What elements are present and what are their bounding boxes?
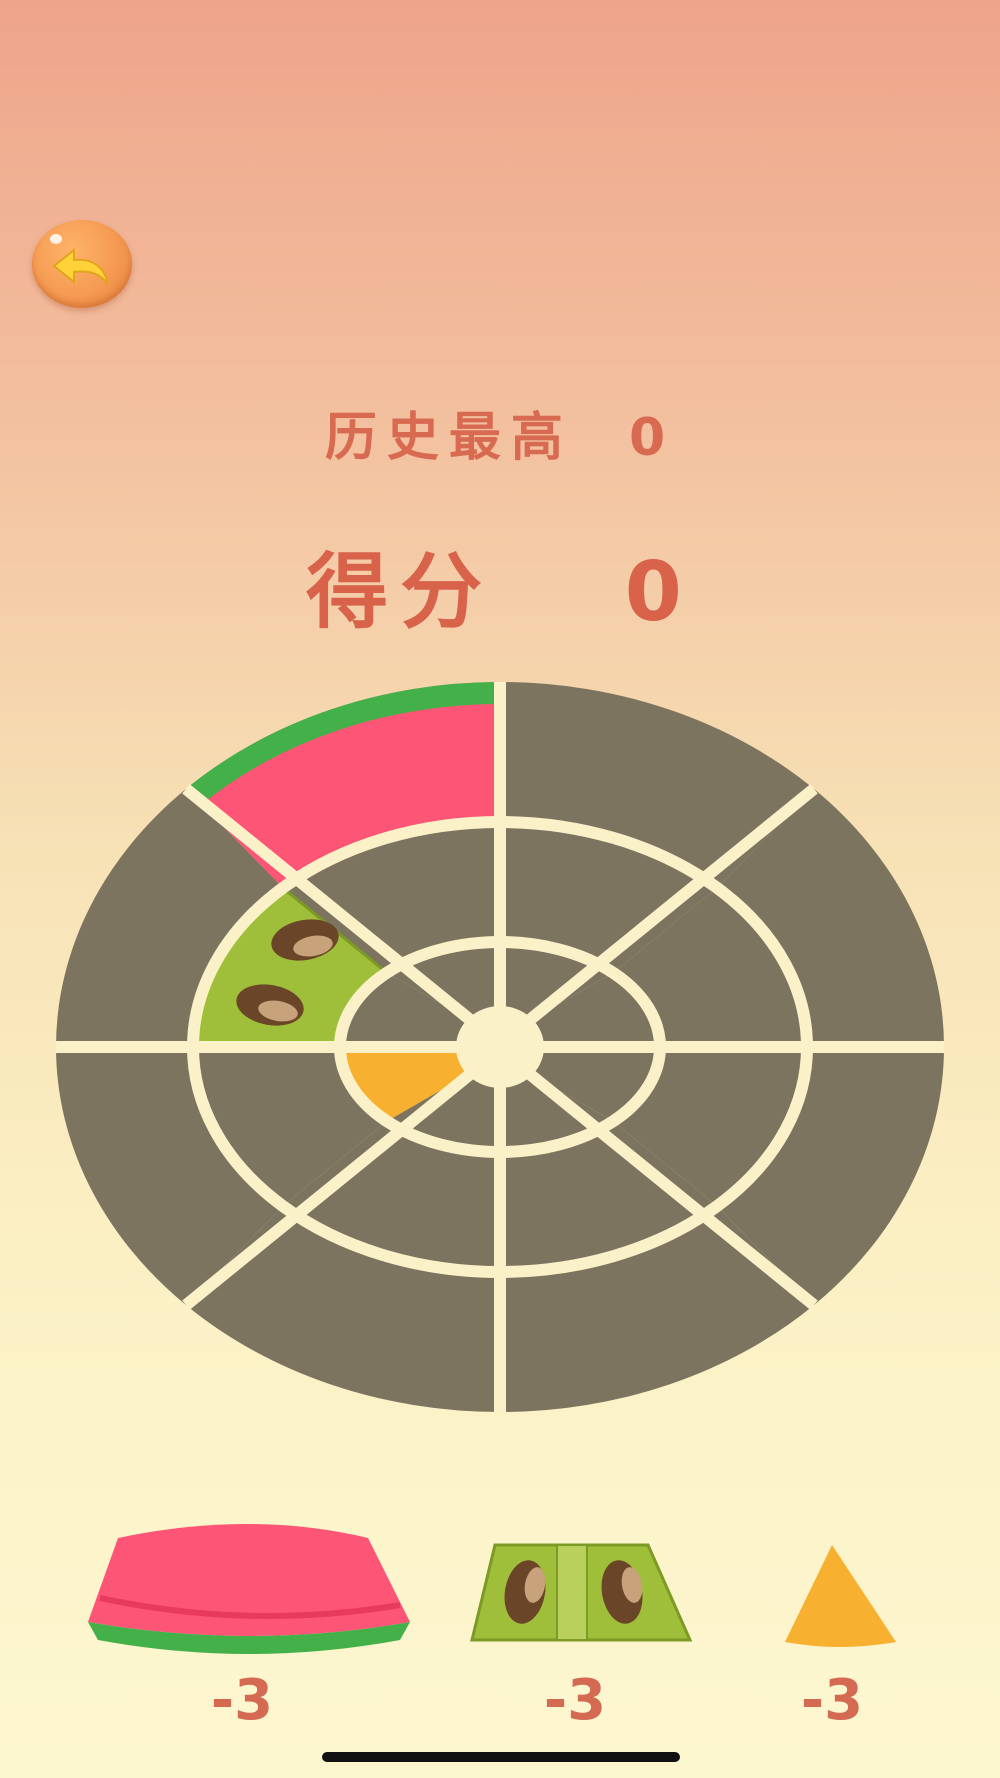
tray-watermelon-count: -3 — [210, 1668, 274, 1733]
home-indicator — [322, 1752, 680, 1762]
tray-kiwi-piece[interactable] — [470, 1543, 693, 1642]
tray-kiwi-count: -3 — [543, 1668, 607, 1733]
tray-orange-piece[interactable] — [785, 1545, 896, 1647]
tray-orange-count: -3 — [800, 1668, 864, 1733]
piece-tray — [88, 1524, 896, 1654]
tray-watermelon-piece[interactable] — [88, 1524, 410, 1654]
